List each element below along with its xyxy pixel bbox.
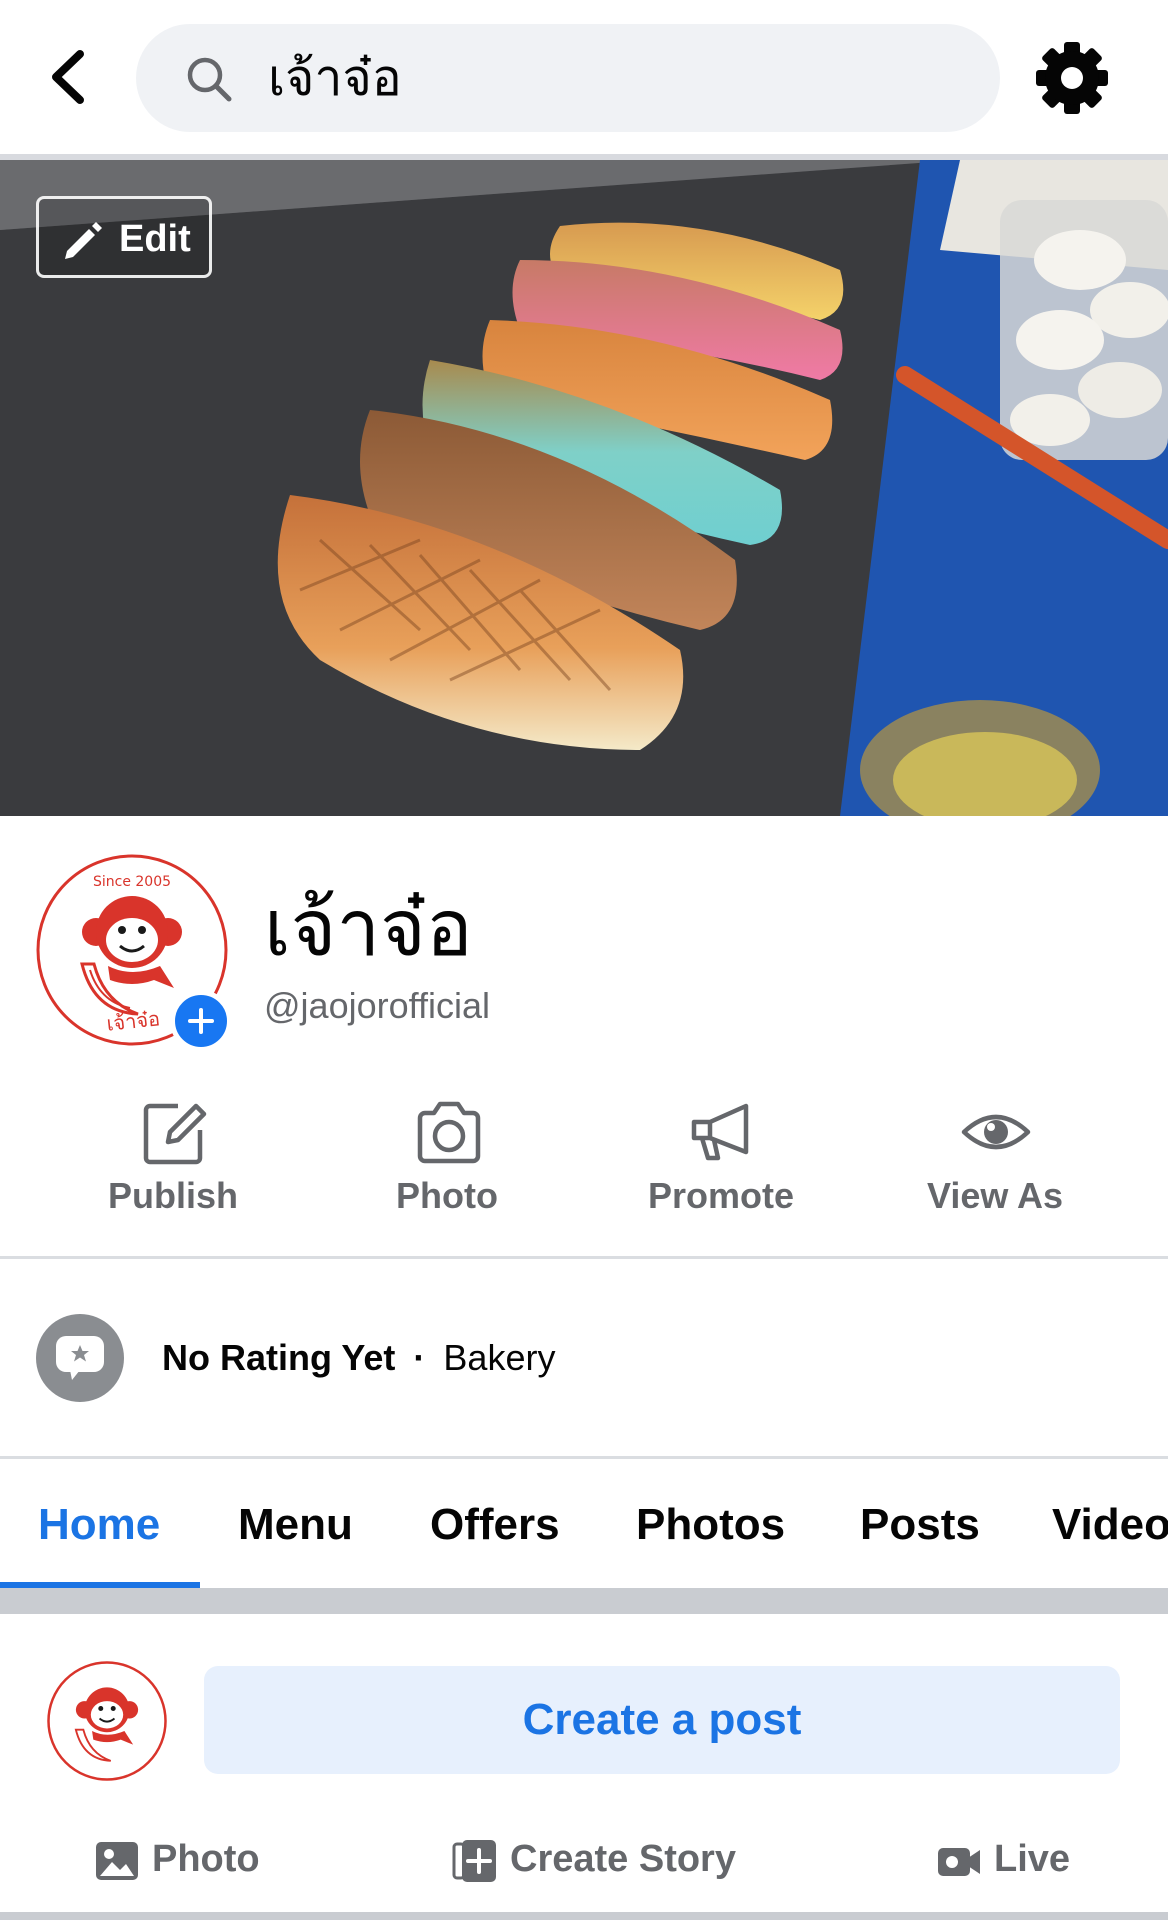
add-photo-post-button[interactable]: Photo (94, 1820, 294, 1900)
gear-icon (1036, 42, 1108, 114)
create-post-button[interactable]: Create a post (204, 1666, 1120, 1774)
create-story-button[interactable]: Create Story (452, 1820, 772, 1900)
megaphone-icon (691, 1103, 749, 1161)
chevron-left-icon (52, 50, 84, 104)
section-separator (0, 1912, 1168, 1920)
publish-label: Publish (107, 1175, 238, 1216)
rating-status: No Rating Yet (162, 1337, 396, 1378)
rating-summary: No Rating Yet · Bakery (162, 1334, 555, 1382)
logo-since-text: Since 2005 (93, 874, 171, 890)
top-bar: เจ้าจ๋อ (0, 0, 1168, 160)
page-username: @jaojorofficial (264, 985, 490, 1026)
video-camera-icon (938, 1848, 980, 1876)
publish-button[interactable]: Publish (36, 1090, 310, 1240)
live-label: Live (994, 1838, 1071, 1880)
search-icon (187, 57, 232, 102)
back-button[interactable] (46, 48, 96, 106)
promote-label: Promote (647, 1175, 795, 1216)
pencil-icon (65, 222, 102, 259)
composer-actions: Photo Create Story Live (0, 1820, 1168, 1900)
section-separator (0, 1588, 1168, 1614)
rating-separator: · (413, 1337, 426, 1378)
cover-photo[interactable]: Edit (0, 160, 1168, 816)
tab-offers[interactable]: Offers (430, 1498, 560, 1552)
view-as-button[interactable]: View As (858, 1090, 1132, 1240)
rating-icon (36, 1314, 124, 1402)
tab-home[interactable]: Home (38, 1498, 160, 1552)
create-post-label: Create a post (522, 1695, 802, 1744)
divider (0, 1256, 1168, 1259)
composer-avatar (46, 1660, 168, 1782)
photo-button[interactable]: Photo (310, 1090, 584, 1240)
eye-icon (961, 1114, 1031, 1150)
view-as-label: View As (926, 1175, 1064, 1216)
review-star-bubble-icon (56, 1336, 104, 1380)
tab-photos[interactable]: Photos (636, 1498, 785, 1552)
search-query: เจ้าจ๋อ (268, 50, 402, 106)
page-actions: Publish Photo Promote View As (0, 1090, 1168, 1240)
create-story-label: Create Story (510, 1838, 736, 1880)
promote-button[interactable]: Promote (584, 1090, 858, 1240)
edit-cover-label: Edit (119, 218, 191, 260)
settings-button[interactable] (1034, 40, 1110, 116)
camera-icon (417, 1101, 481, 1164)
tab-menu[interactable]: Menu (238, 1498, 353, 1552)
add-story-icon (452, 1840, 496, 1882)
edit-cover-button[interactable]: Edit (36, 196, 212, 278)
plus-icon (188, 1008, 214, 1034)
go-live-button[interactable]: Live (936, 1820, 1096, 1900)
page-category: Bakery (443, 1337, 556, 1378)
page-tabs: Home Menu Offers Photos Posts Videos (0, 1460, 1168, 1588)
monkey-logo (47, 1661, 167, 1781)
tab-posts[interactable]: Posts (860, 1498, 980, 1552)
image-icon (96, 1842, 138, 1880)
divider (0, 1456, 1168, 1459)
search-input[interactable]: เจ้าจ๋อ (136, 24, 1000, 132)
add-profile-photo-button[interactable] (170, 990, 232, 1052)
page-title: เจ้าจ๋อ (264, 884, 473, 972)
edit-square-icon (143, 1103, 207, 1165)
photo-label: Photo (396, 1175, 498, 1216)
photo-post-label: Photo (152, 1838, 260, 1880)
tab-videos[interactable]: Videos (1052, 1498, 1168, 1552)
